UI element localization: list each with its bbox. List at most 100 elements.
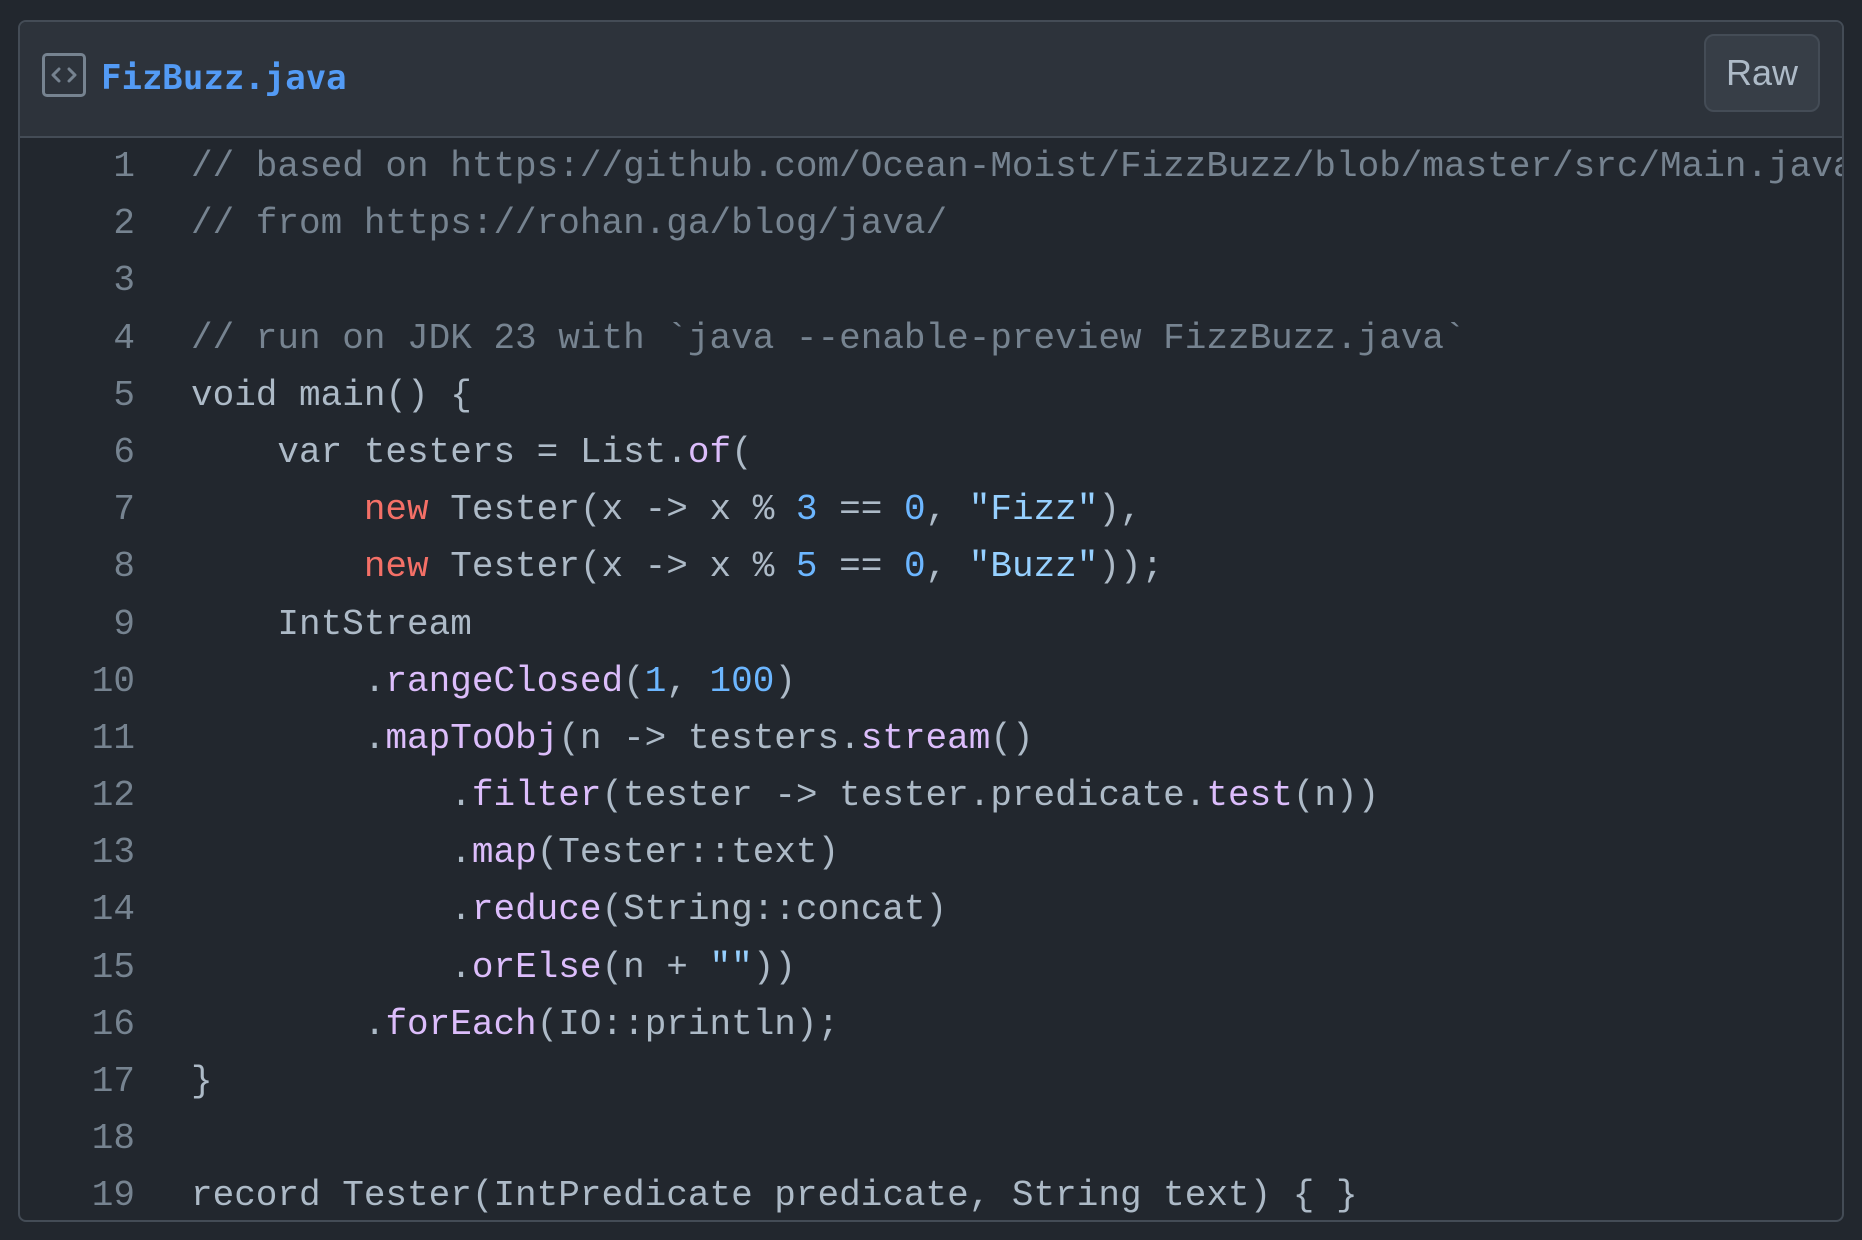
line-number[interactable]: 14	[20, 881, 135, 938]
code-token: (	[623, 660, 645, 702]
code-token: }	[191, 1061, 213, 1102]
code-token: // from https://rohan.ga/blog/java/	[191, 203, 948, 245]
code-token: forEach	[385, 1003, 537, 1045]
code-line: 14 .reduce(String::concat)	[20, 881, 1842, 938]
code-body: 1 // based on https://github.com/Ocean-Mo…	[20, 138, 1844, 1220]
line-number[interactable]: 4	[20, 310, 135, 367]
line-number[interactable]: 18	[20, 1110, 135, 1167]
code-line: 8 new Tester(x -> x % 5 == 0, "Buzz"));	[20, 538, 1842, 595]
code-line: 7 new Tester(x -> x % 3 == 0, "Fizz"),	[20, 481, 1842, 538]
line-content: // from https://rohan.ga/blog/java/	[135, 195, 947, 252]
line-content: // run on JDK 23 with `java --enable-pre…	[135, 310, 1466, 367]
code-token: .	[191, 660, 386, 702]
code-token: ,	[925, 489, 969, 531]
line-number[interactable]: 19	[20, 1167, 135, 1220]
code-token: .	[191, 1003, 386, 1045]
code-token: Tester(x -> x %	[428, 489, 796, 531]
line-number[interactable]: 17	[20, 1053, 135, 1110]
code-token: .	[191, 946, 472, 988]
code-token: ),	[1098, 489, 1142, 531]
code-line: 17}	[20, 1053, 1842, 1110]
code-line: 5 void main() {	[20, 367, 1842, 424]
raw-button[interactable]: Raw	[1704, 34, 1820, 112]
code-token: (n))	[1292, 775, 1380, 817]
code-token: 5	[795, 546, 818, 588]
code-token: IntStream	[191, 603, 472, 645]
code-line: 10 .rangeClosed(1, 100)	[20, 653, 1842, 710]
code-token: filter	[471, 775, 602, 817]
file-header: FizBuzz.java Raw	[20, 22, 1842, 138]
code-token: "Fizz"	[968, 489, 1099, 531]
code-token: ==	[817, 489, 904, 531]
code-token: .	[191, 889, 472, 931]
code-token: (n -> testers.	[558, 717, 861, 759]
code-token: ,	[925, 546, 969, 588]
line-number[interactable]: 7	[20, 481, 135, 538]
code-token: 0	[903, 546, 926, 588]
line-number[interactable]: 16	[20, 996, 135, 1053]
code-token: of	[687, 431, 732, 473]
line-number[interactable]: 11	[20, 710, 135, 767]
code-token: test	[1206, 775, 1293, 817]
line-content: record Tester(IntPredicate predicate, St…	[135, 1167, 1358, 1220]
code-token: ))	[752, 946, 796, 988]
code-brackets-icon	[51, 67, 77, 83]
code-token: reduce	[471, 889, 602, 931]
code-token: var testers = List.	[191, 431, 688, 473]
code-token: new	[363, 546, 429, 588]
code-line: 13 .map(Tester::text)	[20, 824, 1842, 881]
line-number[interactable]: 3	[20, 252, 135, 309]
line-number[interactable]: 15	[20, 939, 135, 996]
line-content: .map(Tester::text)	[135, 824, 839, 881]
line-content: IntStream	[135, 596, 472, 653]
file-name-link[interactable]: FizBuzz.java	[101, 22, 347, 134]
code-token: 1	[644, 660, 667, 702]
line-number[interactable]: 5	[20, 367, 135, 424]
line-number[interactable]: 9	[20, 596, 135, 653]
line-content	[135, 1110, 191, 1167]
code-token: (Tester::text)	[536, 832, 840, 874]
code-file-icon	[42, 53, 86, 97]
line-content: void main() {	[135, 367, 472, 424]
line-number[interactable]: 10	[20, 653, 135, 710]
code-token: // based on https://github.com/Ocean-Moi…	[191, 146, 1844, 187]
code-token: .	[191, 775, 472, 817]
code-line: 6 var testers = List.of(	[20, 424, 1842, 481]
line-content: var testers = List.of(	[135, 424, 752, 481]
code-token: 0	[903, 489, 926, 531]
code-token: )	[774, 660, 796, 702]
line-content: .orElse(n + ""))	[135, 939, 796, 996]
code-token: orElse	[471, 946, 602, 988]
line-number[interactable]: 1	[20, 138, 135, 195]
code-line: 11 .mapToObj(n -> testers.stream()	[20, 710, 1842, 767]
code-token: "Buzz"	[968, 546, 1099, 588]
code-line: 12 .filter(tester -> tester.predicate.te…	[20, 767, 1842, 824]
gist-file-container: FizBuzz.java Raw 1 // based on https://gi…	[18, 20, 1844, 1222]
code-token: 3	[795, 489, 818, 531]
code-line: 4 // run on JDK 23 with `java --enable-pr…	[20, 310, 1842, 367]
code-token: mapToObj	[385, 717, 559, 759]
code-token: ));	[1098, 546, 1164, 588]
line-content: // based on https://github.com/Ocean-Moi…	[135, 138, 1844, 195]
code-line: 3	[20, 252, 1842, 309]
code-line: 16 .forEach(IO::println);	[20, 996, 1842, 1053]
line-number[interactable]: 8	[20, 538, 135, 595]
code-token: // run on JDK 23 with `java --enable-pre…	[191, 317, 1466, 359]
line-content: .rangeClosed(1, 100)	[135, 653, 796, 710]
line-number[interactable]: 2	[20, 195, 135, 252]
code-token: (tester -> tester.predicate.	[601, 775, 1207, 817]
line-number[interactable]: 13	[20, 824, 135, 881]
code-token: void main() {	[191, 374, 472, 416]
code-token: (n +	[601, 946, 710, 988]
code-token: (String::concat)	[601, 889, 948, 931]
code-line: 9 IntStream	[20, 596, 1842, 653]
code-token: ,	[666, 660, 710, 702]
line-content: .filter(tester -> tester.predicate.test(…	[135, 767, 1379, 824]
line-number[interactable]: 6	[20, 424, 135, 481]
code-token: map	[471, 832, 537, 874]
code-token: Tester(x -> x %	[428, 546, 796, 588]
code-token: stream	[860, 717, 991, 759]
code-token: .	[191, 832, 472, 874]
line-number[interactable]: 12	[20, 767, 135, 824]
